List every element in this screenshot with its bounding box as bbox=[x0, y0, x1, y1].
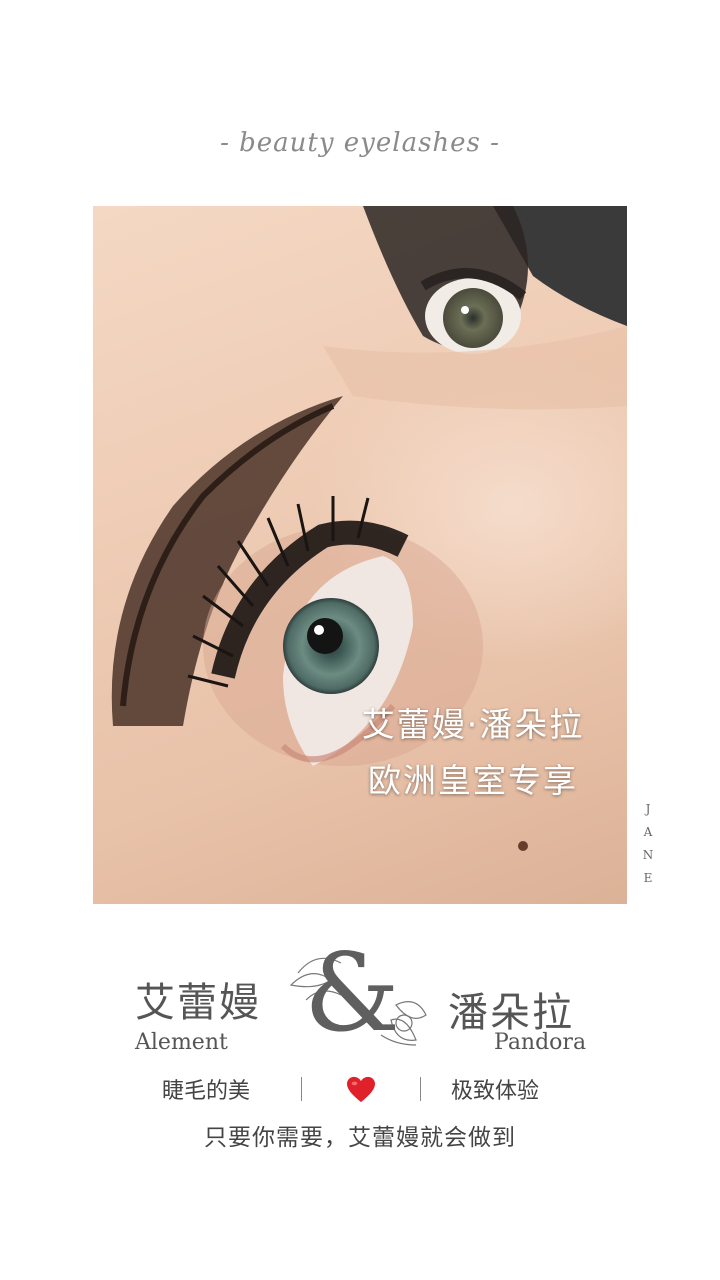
feature-divider-right bbox=[420, 1077, 421, 1101]
signature-letter: E bbox=[643, 871, 653, 885]
signature-letter: A bbox=[643, 825, 653, 839]
brand-left-english: Alement bbox=[135, 1030, 228, 1055]
signature-text: JANE bbox=[641, 798, 655, 890]
header-tagline: - beauty eyelashes - bbox=[220, 128, 500, 158]
ampersand-glyph: & bbox=[304, 931, 401, 1056]
ampersand-emblem: & bbox=[286, 931, 436, 1056]
photo-overlay-line1: 艾蕾嫚·潘朵拉 bbox=[361, 705, 585, 744]
eye-lash-photo: 艾蕾嫚·潘朵拉 欧洲皇室专享 bbox=[93, 206, 627, 904]
signature-letter: J bbox=[645, 802, 651, 816]
side-vertical-signature: JANE bbox=[641, 798, 655, 890]
feature-row: 睫毛的美 极致体验 bbox=[0, 1073, 720, 1107]
brand-right-english: Pandora bbox=[494, 1030, 587, 1055]
photo-overlay-line2: 欧洲皇室专享 bbox=[368, 761, 578, 800]
feature-divider-left bbox=[301, 1077, 302, 1101]
brand-left-chinese: 艾蕾嫚 bbox=[135, 980, 261, 1026]
feature-right-text: 极致体验 bbox=[451, 1079, 540, 1104]
slogan: 只要你需要，艾蕾嫚就会做到 bbox=[204, 1125, 516, 1151]
signature-letter: N bbox=[642, 848, 654, 862]
feature-left-text: 睫毛的美 bbox=[162, 1079, 251, 1104]
heart-icon bbox=[347, 1076, 375, 1103]
